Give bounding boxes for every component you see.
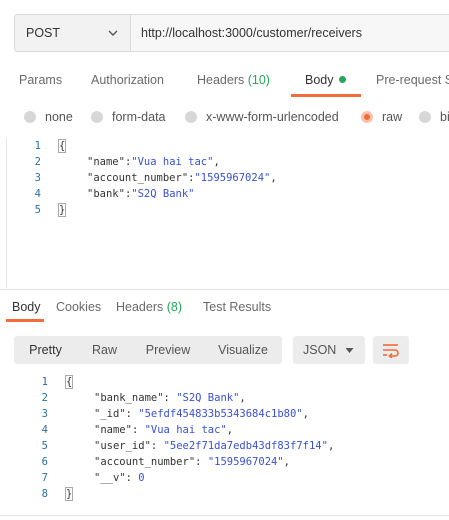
headers-count: (8) <box>166 300 183 314</box>
line-number: 6 <box>41 456 48 468</box>
tab-authorization[interactable]: Authorization <box>91 62 164 98</box>
active-tab-indicator <box>6 319 44 322</box>
radio-none[interactable]: none <box>24 104 73 130</box>
url-text: http://localhost:3000/customer/receivers <box>141 26 362 40</box>
radio-icon <box>24 111 36 123</box>
url-input[interactable]: http://localhost:3000/customer/receivers <box>130 14 449 52</box>
radio-form-data[interactable]: form-data <box>91 104 166 130</box>
chevron-down-icon <box>345 348 354 353</box>
code-line: "_id": "5efdf454833b5343684c1b80", <box>94 408 309 420</box>
view-pretty-button[interactable]: Pretty <box>14 336 77 364</box>
code-line: "account_number":"1595967024", <box>87 172 277 184</box>
code-line: "bank_name": "S2Q Bank", <box>94 392 246 404</box>
bottom-border <box>0 515 449 516</box>
radio-icon <box>91 111 103 123</box>
close-brace: } <box>64 487 74 501</box>
view-preview-button[interactable]: Preview <box>132 336 204 364</box>
format-select[interactable]: JSON <box>293 336 365 364</box>
tab-cookies[interactable]: Cookies <box>56 293 101 321</box>
line-number: 2 <box>41 392 48 404</box>
radio-x-www-form-urlencoded[interactable]: x-www-form-urlencoded <box>185 104 339 130</box>
tab-response-body[interactable]: Body <box>12 293 41 321</box>
response-body-viewer[interactable]: 1 2 3 4 5 6 7 8 { "bank_name": "S2Q Bank… <box>14 374 449 504</box>
request-body-editor[interactable]: 1 2 3 4 5 { "name":"Vua hai tac", "accou… <box>6 138 449 288</box>
tab-response-headers[interactable]: Headers (8) <box>116 293 182 321</box>
view-raw-button[interactable]: Raw <box>77 336 132 364</box>
radio-binary[interactable]: bi <box>419 104 449 130</box>
line-number: 5 <box>34 204 41 216</box>
tab-headers[interactable]: Headers (10) <box>197 62 270 98</box>
close-brace: } <box>57 203 67 217</box>
method-label: POST <box>26 26 61 40</box>
tab-body[interactable]: Body <box>305 62 346 98</box>
open-brace: { <box>57 139 67 153</box>
code-line: "name":"Vua hai tac", <box>87 156 220 168</box>
code-line: "name": "Vua hai tac", <box>94 424 234 436</box>
method-select[interactable]: POST <box>14 14 130 52</box>
wrap-lines-button[interactable] <box>373 336 409 364</box>
radio-raw[interactable]: raw <box>361 104 402 130</box>
line-number: 4 <box>34 188 41 200</box>
active-tab-indicator <box>291 94 361 97</box>
open-brace: { <box>64 375 74 389</box>
view-visualize-button[interactable]: Visualize <box>204 336 282 364</box>
radio-selected-icon <box>361 111 373 123</box>
response-tabs: Body Cookies Headers (8) Test Results <box>0 293 449 322</box>
code-line: "bank":"S2Q Bank" <box>87 188 195 200</box>
body-type-options: none form-data x-www-form-urlencoded raw… <box>0 104 449 130</box>
wrap-lines-icon <box>383 344 399 358</box>
code-line: "account_number": "1595967024", <box>94 456 290 468</box>
headers-count: (10) <box>247 73 270 87</box>
format-label: JSON <box>303 343 337 357</box>
line-number: 4 <box>41 424 48 436</box>
radio-icon <box>419 111 431 123</box>
status-dot-icon <box>338 76 346 83</box>
request-tabs: Params Authorization Headers (10) Body P… <box>0 62 449 98</box>
request-bar: POST http://localhost:3000/customer/rece… <box>0 0 449 62</box>
line-number: 8 <box>41 488 48 500</box>
view-mode-segmented: Pretty Raw Preview Visualize <box>14 336 282 364</box>
line-number: 7 <box>41 472 48 484</box>
tab-pre-request-script[interactable]: Pre-request S <box>376 62 449 98</box>
line-number: 1 <box>34 140 41 152</box>
radio-icon <box>185 111 197 123</box>
code-line: "__v": 0 <box>94 472 145 484</box>
line-number: 3 <box>41 408 48 420</box>
tab-test-results[interactable]: Test Results <box>203 293 271 321</box>
pane-divider[interactable] <box>0 289 449 290</box>
tab-params[interactable]: Params <box>19 62 62 98</box>
code-line: "user_id": "5ee2f71da7edb43df83f7f14", <box>94 440 335 452</box>
line-number: 1 <box>41 376 48 388</box>
line-number: 5 <box>41 440 48 452</box>
line-number: 2 <box>34 156 41 168</box>
line-number: 3 <box>34 172 41 184</box>
chevron-down-icon <box>108 30 118 36</box>
